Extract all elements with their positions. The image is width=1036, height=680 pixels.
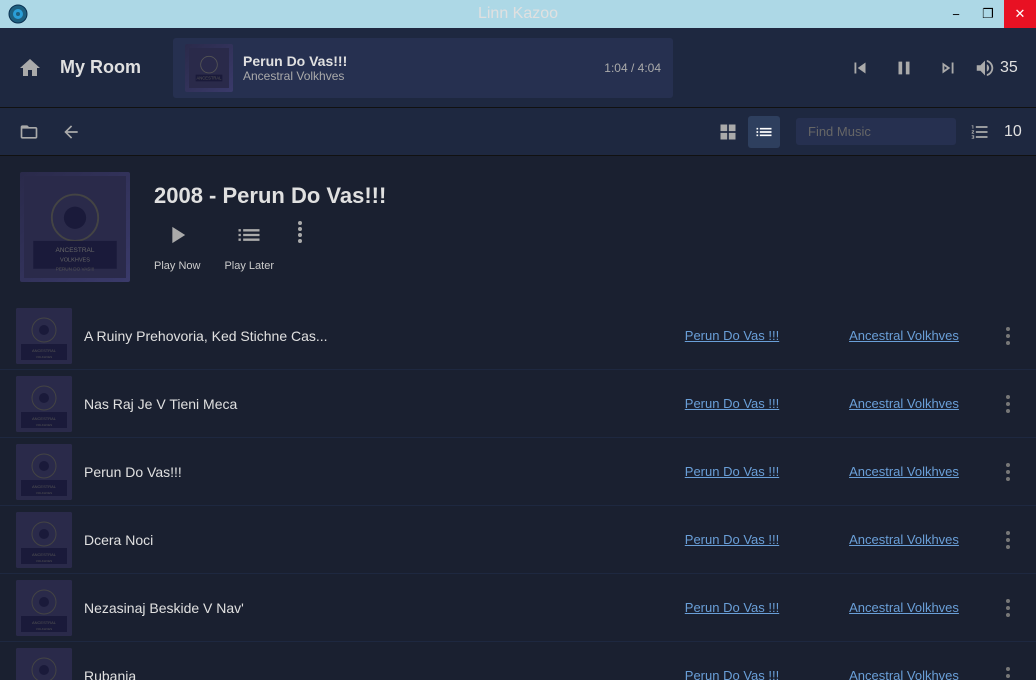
window-title: Linn Kazoo	[478, 5, 558, 23]
titlebar: Linn Kazoo − ❐ ✕	[0, 0, 1036, 28]
track-row[interactable]: ANCESTRAL VOLKHVES Perun Do Vas!!! Perun…	[0, 438, 1036, 506]
track-menu-4[interactable]	[996, 591, 1020, 625]
grid-view-button[interactable]	[712, 116, 744, 148]
track-thumbnail-4: ANCESTRAL VOLKHVES	[16, 580, 72, 636]
track-artist-2[interactable]: Ancestral Volkhves	[824, 464, 984, 479]
album-art: ANCESTRAL VOLKHVES PERUN DO VAS!!!	[20, 172, 130, 282]
album-title: 2008 - Perun Do Vas!!!	[154, 183, 1016, 209]
svg-text:ANCESTRAL: ANCESTRAL	[32, 484, 57, 489]
track-artist-0[interactable]: Ancestral Volkhves	[824, 328, 984, 343]
svg-text:VOLKHVES: VOLKHVES	[36, 423, 52, 427]
close-button[interactable]: ✕	[1004, 0, 1036, 28]
album-header: ANCESTRAL VOLKHVES PERUN DO VAS!!! 2008 …	[0, 156, 1036, 302]
track-list: ANCESTRAL VOLKHVES A Ruiny Prehovoria, K…	[0, 302, 1036, 680]
minimize-button[interactable]: −	[940, 0, 972, 28]
content-area[interactable]: ANCESTRAL VOLKHVES PERUN DO VAS!!! 2008 …	[0, 156, 1036, 680]
now-playing-bar: ANCESTRAL Perun Do Vas!!! Ancestral Volk…	[173, 38, 673, 98]
svg-text:PERUN DO VAS!!!: PERUN DO VAS!!!	[56, 267, 94, 272]
svg-text:VOLKHVES: VOLKHVES	[36, 355, 52, 359]
svg-text:ANCESTRAL: ANCESTRAL	[56, 247, 95, 254]
track-thumbnail-1: ANCESTRAL VOLKHVES	[16, 376, 72, 432]
view-toggle	[712, 116, 780, 148]
svg-text:ANCESTRAL: ANCESTRAL	[32, 620, 57, 625]
play-later-button[interactable]: Play Later	[224, 221, 274, 272]
track-artist-1[interactable]: Ancestral Volkhves	[824, 396, 984, 411]
track-album-5[interactable]: Perun Do Vas !!!	[652, 668, 812, 680]
folder-button[interactable]	[12, 115, 46, 149]
svg-text:ANCESTRAL: ANCESTRAL	[32, 416, 57, 421]
svg-text:VOLKHVES: VOLKHVES	[60, 257, 90, 263]
play-now-label: Play Now	[154, 260, 200, 272]
track-album-1[interactable]: Perun Do Vas !!!	[652, 396, 812, 411]
track-artist-4[interactable]: Ancestral Volkhves	[824, 600, 984, 615]
svg-text:ANCESTRAL: ANCESTRAL	[32, 348, 57, 353]
header: My Room ANCESTRAL Perun Do Vas!!! Ancest…	[0, 28, 1036, 108]
track-thumbnail-3: ANCESTRAL VOLKHVES	[16, 512, 72, 568]
svg-text:ANCESTRAL: ANCESTRAL	[32, 552, 57, 557]
home-button[interactable]	[12, 50, 48, 86]
back-button[interactable]	[54, 115, 88, 149]
track-title-3: Dcera Noci	[84, 532, 640, 548]
more-options-button[interactable]	[298, 221, 302, 243]
pause-button[interactable]	[886, 50, 922, 86]
track-title-2: Perun Do Vas!!!	[84, 464, 640, 480]
svg-text:VOLKHVES: VOLKHVES	[36, 627, 52, 631]
main-content: ANCESTRAL VOLKHVES PERUN DO VAS!!! 2008 …	[0, 156, 1036, 680]
search-input[interactable]	[796, 118, 956, 145]
track-row[interactable]: ANCESTRAL VOLKHVES Rubanja Perun Do Vas …	[0, 642, 1036, 680]
maximize-button[interactable]: ❐	[972, 0, 1004, 28]
volume-number: 35	[1000, 59, 1024, 77]
track-thumbnail-2: ANCESTRAL VOLKHVES	[16, 444, 72, 500]
track-album-0[interactable]: Perun Do Vas !!!	[652, 328, 812, 343]
track-album-3[interactable]: Perun Do Vas !!!	[652, 532, 812, 547]
track-menu-3[interactable]	[996, 523, 1020, 557]
track-thumbnail-0: ANCESTRAL VOLKHVES	[16, 308, 72, 364]
track-count: 10	[1004, 123, 1024, 141]
track-title-5: Rubanja	[84, 668, 640, 680]
album-info: 2008 - Perun Do Vas!!! Play Now	[154, 183, 1016, 272]
list-view-button[interactable]	[748, 116, 780, 148]
track-row[interactable]: ANCESTRAL VOLKHVES Nezasinaj Beskide V N…	[0, 574, 1036, 642]
now-playing-album-art: ANCESTRAL	[185, 44, 233, 92]
now-playing-title: Perun Do Vas!!!	[243, 53, 594, 69]
volume-section: 35	[974, 57, 1024, 79]
svg-text:VOLKHVES: VOLKHVES	[36, 559, 52, 563]
track-row[interactable]: ANCESTRAL VOLKHVES A Ruiny Prehovoria, K…	[0, 302, 1036, 370]
track-title-4: Nezasinaj Beskide V Nav'	[84, 600, 640, 616]
play-now-button[interactable]: Play Now	[154, 221, 200, 272]
svg-text:VOLKHVES: VOLKHVES	[36, 491, 52, 495]
track-row[interactable]: ANCESTRAL VOLKHVES Nas Raj Je V Tieni Me…	[0, 370, 1036, 438]
svg-text:ANCESTRAL: ANCESTRAL	[197, 75, 223, 80]
track-album-2[interactable]: Perun Do Vas !!!	[652, 464, 812, 479]
track-artist-3[interactable]: Ancestral Volkhves	[824, 532, 984, 547]
track-menu-0[interactable]	[996, 319, 1020, 353]
track-menu-2[interactable]	[996, 455, 1020, 489]
track-album-4[interactable]: Perun Do Vas !!!	[652, 600, 812, 615]
now-playing-time: 1:04 / 4:04	[604, 61, 661, 75]
numbered-list-icon	[964, 116, 996, 148]
track-row[interactable]: ANCESTRAL VOLKHVES Dcera Noci Perun Do V…	[0, 506, 1036, 574]
toolbar: 10	[0, 108, 1036, 156]
room-label: My Room	[60, 57, 141, 78]
track-menu-5[interactable]	[996, 659, 1020, 680]
play-later-label: Play Later	[224, 260, 274, 272]
forward-button[interactable]	[930, 50, 966, 86]
album-actions: Play Now Play Later	[154, 221, 1016, 272]
more-options-icon	[298, 221, 302, 243]
track-thumbnail-5: ANCESTRAL VOLKHVES	[16, 648, 72, 680]
play-later-icon	[235, 221, 263, 256]
track-title-1: Nas Raj Je V Tieni Meca	[84, 396, 640, 412]
play-now-icon	[163, 221, 191, 256]
now-playing-info: Perun Do Vas!!! Ancestral Volkhves	[243, 53, 594, 83]
track-artist-5[interactable]: Ancestral Volkhves	[824, 668, 984, 680]
app-icon	[8, 4, 28, 24]
track-title-0: A Ruiny Prehovoria, Ked Stichne Cas...	[84, 328, 640, 344]
rewind-button[interactable]	[842, 50, 878, 86]
titlebar-controls: − ❐ ✕	[940, 0, 1036, 28]
transport-controls: 35	[842, 50, 1024, 86]
track-menu-1[interactable]	[996, 387, 1020, 421]
now-playing-artist: Ancestral Volkhves	[243, 69, 594, 83]
